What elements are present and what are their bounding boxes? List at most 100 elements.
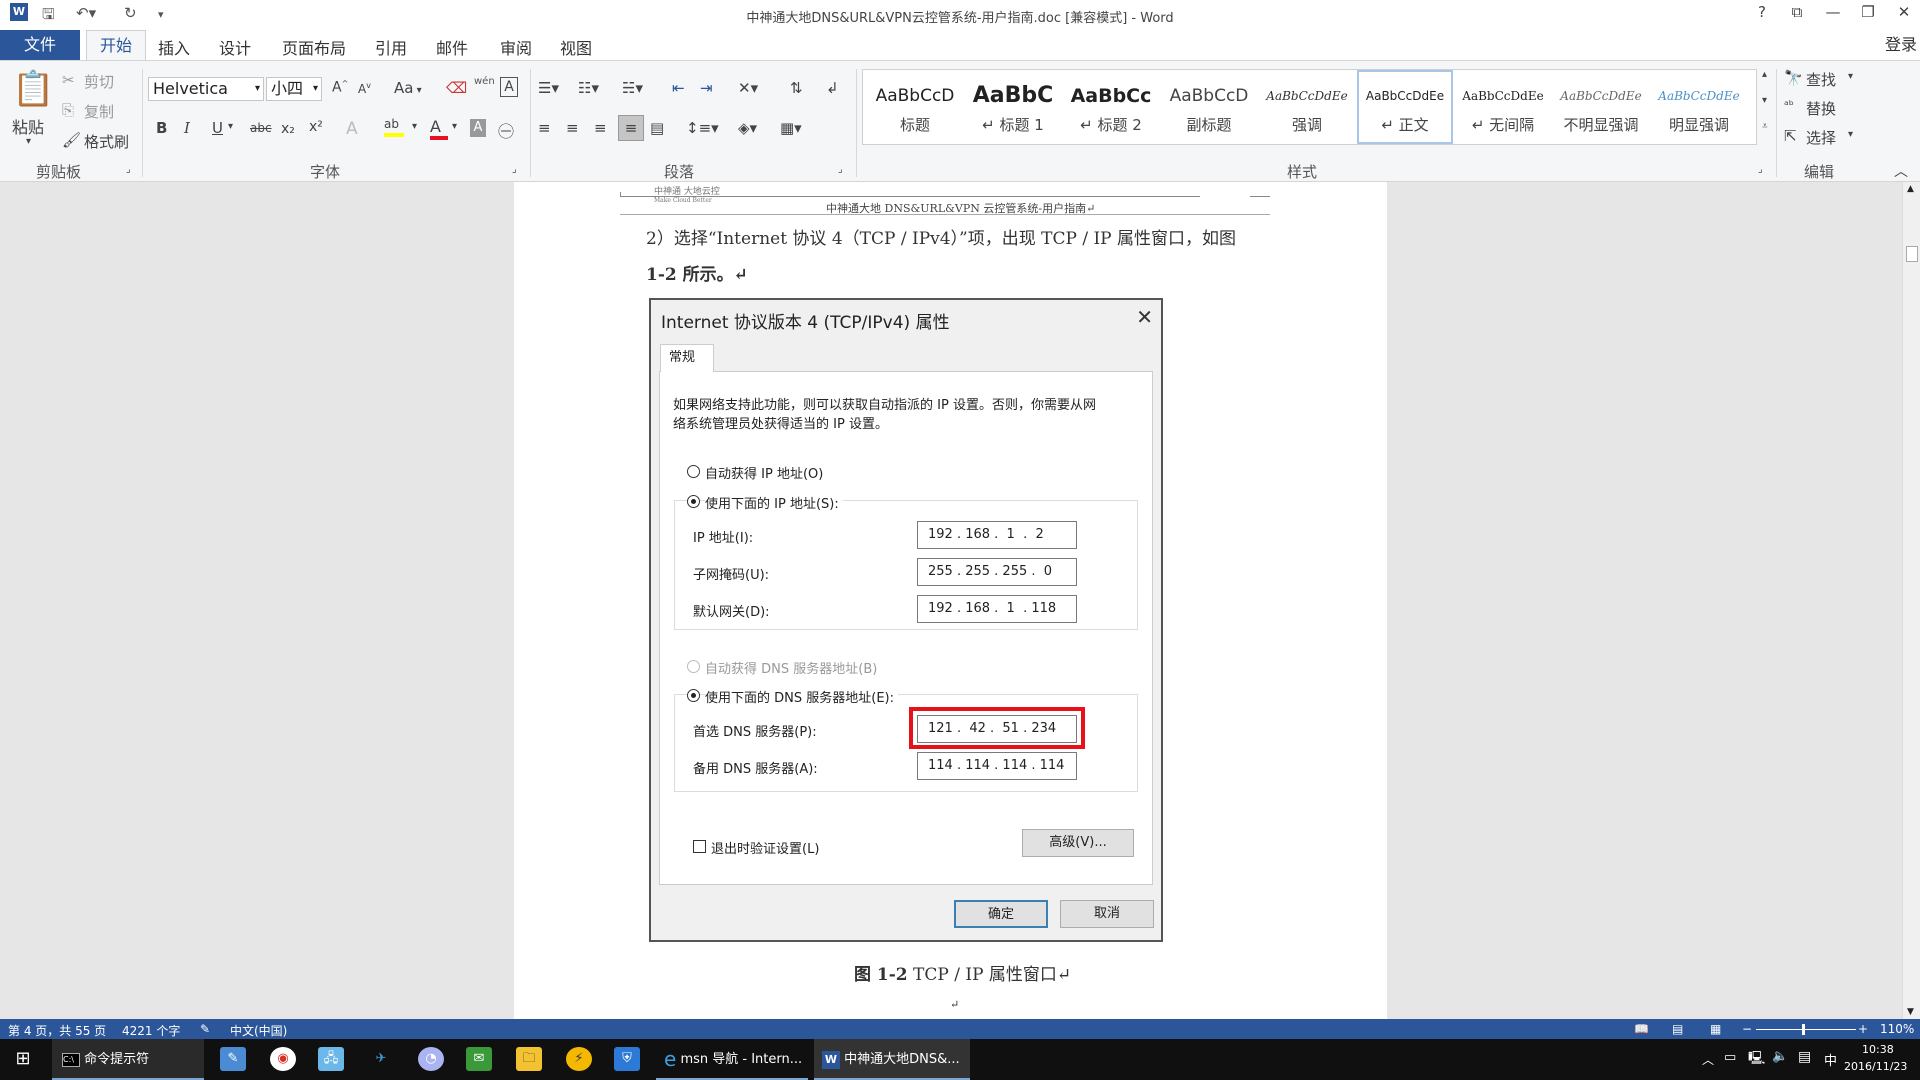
taskbar-app-mail-icon[interactable]: ✉ bbox=[466, 1047, 492, 1071]
tab-review[interactable]: 审阅 bbox=[500, 35, 532, 59]
tray-battery-icon[interactable]: ▭ bbox=[1724, 1050, 1736, 1065]
asian-layout-icon[interactable]: ✕▾ bbox=[738, 79, 758, 97]
style-item[interactable]: AaBbCcDdEe 强调 bbox=[1259, 78, 1355, 148]
enclose-characters-icon[interactable]: ㊀ bbox=[498, 118, 514, 142]
styles-scroll-up-icon[interactable]: ▴ bbox=[1762, 69, 1767, 80]
language-indicator[interactable]: 中文(中国) bbox=[230, 1022, 287, 1039]
close-button[interactable]: ✕ bbox=[1889, 3, 1919, 21]
select-icon[interactable]: ⇱ bbox=[1784, 127, 1797, 145]
zoom-out-icon[interactable]: − bbox=[1742, 1022, 1752, 1036]
tab-design[interactable]: 设计 bbox=[219, 35, 251, 59]
restore-button[interactable]: ❐ bbox=[1853, 3, 1883, 21]
styles-launcher-icon[interactable]: ⌟ bbox=[1758, 164, 1763, 175]
tray-volume-icon[interactable]: 🔈 bbox=[1772, 1049, 1788, 1064]
align-right-icon[interactable]: ≡ bbox=[594, 119, 607, 137]
copy-icon[interactable]: ⎘ bbox=[62, 101, 74, 119]
scroll-down-icon[interactable]: ▼ bbox=[1907, 1007, 1914, 1017]
tray-date[interactable]: 2016/11/23 bbox=[1844, 1060, 1907, 1073]
start-windows-icon[interactable]: ⊞ bbox=[10, 1047, 36, 1071]
align-center-icon[interactable]: ≡ bbox=[566, 119, 579, 137]
style-item[interactable]: AaBbCcDdEe ↵ 正文 bbox=[1357, 70, 1453, 144]
styles-more-icon[interactable]: ⩡ bbox=[1762, 121, 1768, 132]
taskbar-file-explorer-icon[interactable]: 🗀 bbox=[516, 1047, 542, 1071]
taskbar-app-kite-icon[interactable]: ✈ bbox=[368, 1047, 394, 1071]
font-color-icon[interactable]: A bbox=[430, 117, 448, 140]
format-painter-button[interactable]: 格式刷 bbox=[84, 131, 129, 152]
font-name-dropdown-icon[interactable]: ▾ bbox=[255, 78, 260, 100]
bold-button[interactable]: B bbox=[156, 119, 167, 137]
grow-font-icon[interactable]: A^ bbox=[332, 79, 348, 96]
font-launcher-icon[interactable]: ⌟ bbox=[512, 164, 517, 175]
find-dropdown-icon[interactable]: ▾ bbox=[1848, 71, 1853, 82]
character-border-icon[interactable]: A bbox=[500, 77, 518, 97]
paste-icon[interactable]: 📋 bbox=[12, 69, 54, 109]
tab-mailings[interactable]: 邮件 bbox=[436, 35, 468, 59]
proofing-icon[interactable]: ✎ bbox=[200, 1022, 210, 1036]
numbering-icon[interactable]: ☷▾ bbox=[578, 79, 599, 97]
style-item[interactable]: AaBbC ↵ 标题 1 bbox=[965, 78, 1061, 148]
clear-formatting-icon[interactable]: ⌫ bbox=[446, 79, 467, 97]
style-item[interactable]: AaBbCcD 标题 bbox=[867, 78, 963, 148]
ribbon-display-options-icon[interactable]: ⧉ bbox=[1782, 3, 1812, 21]
text-effects-icon[interactable]: A bbox=[346, 119, 358, 139]
shading-icon[interactable]: ◈▾ bbox=[738, 119, 757, 137]
sort-icon[interactable]: ⇅ bbox=[790, 79, 803, 97]
style-item[interactable]: AaBbCcD 副标题 bbox=[1161, 78, 1257, 148]
taskbar-app-word[interactable]: W 中神通大地DNS&... bbox=[814, 1039, 970, 1080]
tray-action-center-icon[interactable]: ▤ bbox=[1798, 1049, 1811, 1065]
minimize-button[interactable]: — bbox=[1818, 3, 1848, 21]
find-button[interactable]: 查找 bbox=[1806, 69, 1836, 90]
tray-expand-icon[interactable]: ︿ bbox=[1702, 1051, 1714, 1068]
web-layout-icon[interactable]: ▦ bbox=[1710, 1022, 1721, 1036]
tab-home[interactable]: 开始 bbox=[86, 30, 146, 61]
select-button[interactable]: 选择 bbox=[1806, 127, 1836, 148]
decrease-indent-icon[interactable]: ⇤ bbox=[672, 79, 685, 97]
zoom-slider-track[interactable] bbox=[1756, 1029, 1856, 1030]
vertical-scrollbar[interactable]: ▲ ▼ bbox=[1902, 182, 1920, 1019]
style-item[interactable]: AaBbCcDdEe 明显强调 bbox=[1651, 78, 1747, 148]
line-spacing-icon[interactable]: ↕≡▾ bbox=[686, 119, 719, 137]
multilevel-list-icon[interactable]: ☵▾ bbox=[622, 79, 643, 97]
highlight-color-icon[interactable]: ab bbox=[384, 117, 404, 137]
shrink-font-icon[interactable]: Av bbox=[358, 81, 371, 96]
print-layout-icon[interactable]: ▤ bbox=[1672, 1022, 1683, 1036]
copy-button[interactable]: 复制 bbox=[84, 101, 114, 122]
font-size-dropdown-icon[interactable]: ▾ bbox=[313, 78, 318, 100]
taskbar-app-shield-icon[interactable]: ⛨ bbox=[614, 1047, 640, 1071]
borders-icon[interactable]: ▦▾ bbox=[780, 119, 802, 137]
replace-button[interactable]: 替换 bbox=[1806, 98, 1836, 119]
taskbar-app-notepad-icon[interactable]: ✎ bbox=[220, 1047, 246, 1071]
tray-network-icon[interactable]: 🖳 bbox=[1748, 1049, 1765, 1071]
tab-layout[interactable]: 页面布局 bbox=[282, 35, 346, 59]
superscript-button[interactable]: x² bbox=[309, 119, 323, 135]
tab-insert[interactable]: 插入 bbox=[158, 35, 190, 59]
style-item[interactable]: AaBbCc ↵ 标题 2 bbox=[1063, 78, 1159, 148]
login-link[interactable]: 登录 bbox=[1885, 31, 1917, 55]
style-item[interactable]: AaBbCcDdEe 不明显强调 bbox=[1553, 78, 1649, 148]
taskbar-app-network-icon[interactable]: 🖧 bbox=[318, 1047, 344, 1071]
help-button[interactable]: ? bbox=[1747, 3, 1777, 21]
collapse-ribbon-icon[interactable]: ︿ bbox=[1894, 161, 1908, 181]
zoom-level[interactable]: 110% bbox=[1880, 1022, 1914, 1036]
subscript-button[interactable]: x₂ bbox=[281, 121, 295, 137]
paste-button[interactable]: 粘贴 bbox=[12, 114, 44, 138]
paste-dropdown-icon[interactable]: ▾ bbox=[26, 136, 31, 147]
phonetic-guide-icon[interactable]: wén bbox=[474, 76, 495, 87]
select-dropdown-icon[interactable]: ▾ bbox=[1848, 129, 1853, 140]
cut-button[interactable]: 剪切 bbox=[84, 71, 114, 92]
italic-button[interactable]: I bbox=[184, 119, 190, 137]
character-shading-icon[interactable]: A bbox=[470, 119, 486, 137]
tab-references[interactable]: 引用 bbox=[375, 35, 407, 59]
scroll-up-icon[interactable]: ▲ bbox=[1907, 184, 1914, 194]
tray-time[interactable]: 10:38 bbox=[1862, 1043, 1894, 1056]
style-item[interactable]: AaBbCcDdEe ↵ 无间隔 bbox=[1455, 78, 1551, 148]
underline-button[interactable]: U bbox=[212, 119, 223, 137]
underline-dropdown-icon[interactable]: ▾ bbox=[228, 121, 233, 132]
taskbar-app-globe-icon[interactable]: ◔ bbox=[418, 1047, 444, 1071]
distributed-icon[interactable]: ▤ bbox=[650, 119, 664, 137]
font-color-dropdown-icon[interactable]: ▾ bbox=[452, 121, 457, 132]
justify-icon[interactable]: ≡ bbox=[618, 115, 644, 141]
zoom-in-icon[interactable]: + bbox=[1858, 1022, 1868, 1036]
tray-ime-indicator[interactable]: 中 bbox=[1824, 1050, 1837, 1069]
scrollbar-thumb[interactable] bbox=[1906, 246, 1918, 262]
